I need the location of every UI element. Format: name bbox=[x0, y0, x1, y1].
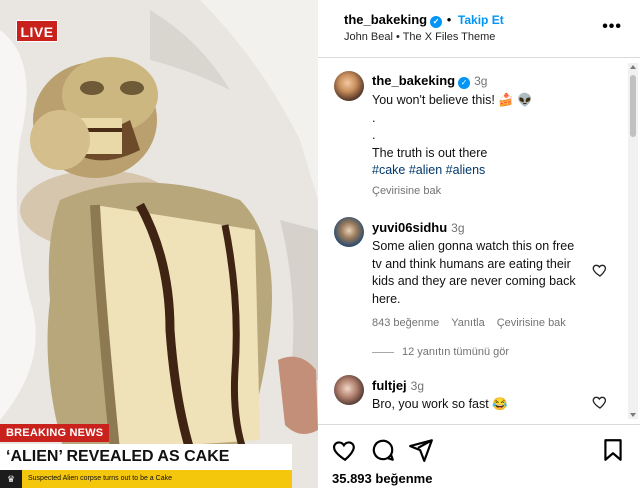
news-headline: ‘ALIEN’ REVEALED AS CAKE bbox=[0, 444, 292, 470]
post-action-bar: 35.893 beğenme bbox=[318, 424, 640, 488]
post-author-row: the_bakeking ✓ • Takip Et bbox=[344, 12, 504, 28]
caption-translate-link[interactable]: Çevirisine bak bbox=[372, 185, 622, 197]
comment-item: fultjej 3g Bro, you work so fast 😂 bbox=[372, 377, 587, 414]
comment-like-heart-icon[interactable] bbox=[592, 394, 608, 410]
view-replies-text[interactable]: 12 yanıtın tümünü gör bbox=[402, 346, 509, 358]
view-replies-link[interactable]: 12 yanıtın tümünü gör bbox=[372, 346, 509, 358]
news-ticker: ♛ Suspected Alien corpse turns out to be … bbox=[0, 470, 292, 488]
caption-username[interactable]: the_bakeking bbox=[372, 73, 455, 88]
comment-reply-link[interactable]: Yanıtla bbox=[451, 317, 484, 329]
comment-username[interactable]: fultjej bbox=[372, 378, 407, 393]
comment-item: yuvi06sidhu 3g Some alien gonna watch thi… bbox=[372, 219, 587, 329]
comment-avatar[interactable] bbox=[334, 375, 364, 405]
replies-divider bbox=[372, 351, 394, 353]
comments-list[interactable]: the_bakeking ✓ 3g You won't believe this! … bbox=[318, 59, 640, 424]
comment-time: 3g bbox=[451, 221, 465, 235]
scroll-down-arrow-icon[interactable] bbox=[630, 413, 636, 417]
video-frame-image bbox=[0, 0, 318, 488]
comment-likes-count[interactable]: 843 beğenme bbox=[372, 317, 439, 329]
bookmark-icon[interactable] bbox=[600, 437, 626, 463]
more-dots-icon[interactable]: ••• bbox=[602, 18, 622, 36]
scroll-up-arrow-icon[interactable] bbox=[630, 65, 636, 69]
header-separator: • bbox=[446, 12, 452, 27]
verified-badge-icon: ✓ bbox=[458, 77, 471, 89]
caption-author-avatar[interactable] bbox=[334, 71, 364, 101]
comments-scrollbar[interactable] bbox=[628, 63, 638, 419]
follow-button[interactable]: Takip Et bbox=[458, 13, 504, 27]
caption-line-1: You won't believe this! 🍰 👽 bbox=[372, 93, 533, 107]
crown-icon: ♛ bbox=[0, 470, 22, 488]
scrollbar-thumb[interactable] bbox=[630, 75, 636, 137]
live-badge: LIVE bbox=[16, 20, 58, 42]
breaking-news-label: BREAKING NEWS bbox=[0, 424, 110, 442]
caption-time: 3g bbox=[474, 74, 488, 88]
post-sidebar: the_bakeking ✓ • Takip Et John Beal • The… bbox=[318, 0, 640, 488]
caption-line-3: . bbox=[372, 128, 376, 142]
video-player[interactable]: LIVE BREAKING NEWS ‘ALIEN’ REVEALED AS C… bbox=[0, 0, 318, 488]
comment-avatar[interactable] bbox=[334, 217, 364, 247]
heart-icon[interactable] bbox=[332, 437, 358, 463]
caption-line-4: The truth is out there bbox=[372, 145, 488, 160]
caption-line-2: . bbox=[372, 110, 376, 125]
post-author-username[interactable]: the_bakeking bbox=[344, 12, 427, 27]
comment-like-heart-icon[interactable] bbox=[592, 262, 608, 278]
audio-track[interactable]: John Beal • The X Files Theme bbox=[344, 31, 495, 43]
verified-badge-icon: ✓ bbox=[430, 16, 443, 28]
ticker-text: Suspected Alien corpse turns out to be a… bbox=[28, 475, 172, 482]
caption-hashtags[interactable]: #cake #alien #aliens bbox=[372, 162, 622, 180]
comment-text: Some alien gonna watch this on free tv a… bbox=[372, 239, 576, 306]
comment-username[interactable]: yuvi06sidhu bbox=[372, 220, 447, 235]
comment-icon[interactable] bbox=[370, 437, 396, 463]
likes-count[interactable]: 35.893 beğenme bbox=[332, 471, 432, 486]
comment-translate-link[interactable]: Çevirisine bak bbox=[497, 317, 566, 329]
comment-text: Bro, you work so fast 😂 bbox=[372, 397, 508, 411]
comment-meta: 843 beğenme Yanıtla Çevirisine bak bbox=[372, 317, 587, 329]
share-icon[interactable] bbox=[408, 437, 434, 463]
comment-time: 3g bbox=[410, 379, 425, 393]
caption-block: the_bakeking ✓ 3g You won't believe this! … bbox=[372, 72, 622, 197]
post-header: the_bakeking ✓ • Takip Et John Beal • The… bbox=[318, 0, 640, 58]
